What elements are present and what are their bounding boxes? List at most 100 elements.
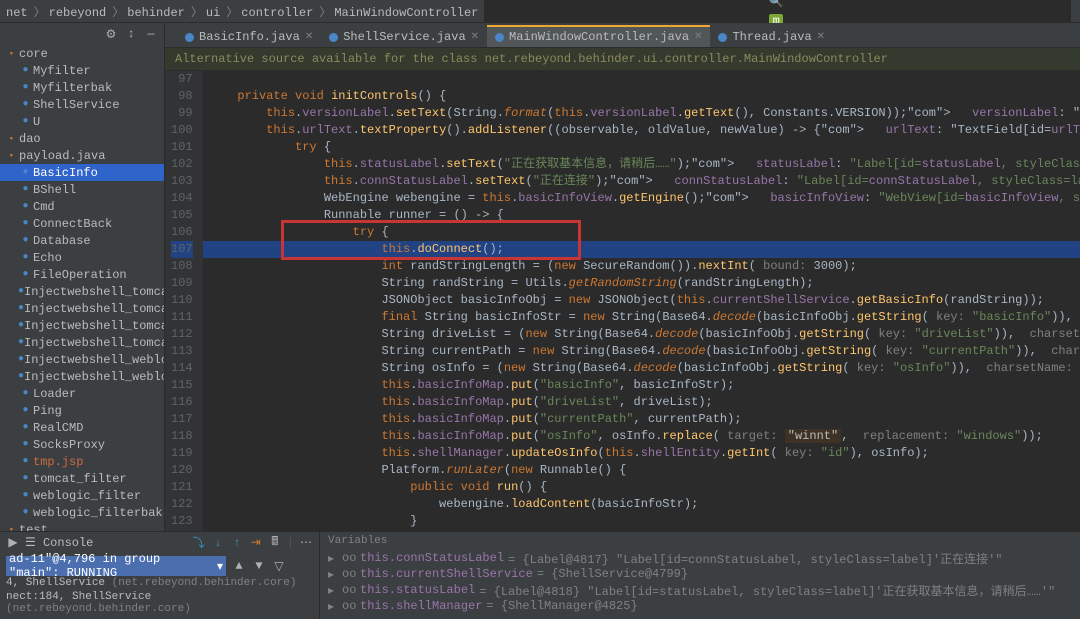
- close-icon[interactable]: ✕: [694, 31, 702, 43]
- code-line[interactable]: this.shellManager.updateOsInfo(this.shel…: [203, 445, 1080, 462]
- gutter-line[interactable]: 103: [171, 173, 193, 190]
- code-line[interactable]: JSONObject basicInfoObj = new JSONObject…: [203, 292, 1080, 309]
- tree-class[interactable]: Injectwebshell_weblogicbak: [0, 368, 164, 385]
- gutter-line[interactable]: 113: [171, 343, 193, 360]
- breadcrumb-item[interactable]: net: [6, 6, 28, 20]
- stack-frame[interactable]: nect:184, ShellService (net.rebeyond.beh…: [6, 590, 313, 616]
- code-line[interactable]: this.basicInfoMap.put("driveList", drive…: [203, 394, 1080, 411]
- gutter-line[interactable]: 102: [171, 156, 193, 173]
- variable-row[interactable]: ▸oo this.currentShellService = {ShellSer…: [320, 566, 1080, 582]
- tree-class[interactable]: Injectwebshell_weblogic: [0, 351, 164, 368]
- breadcrumb-item[interactable]: rebeyond: [49, 6, 107, 20]
- tree-class[interactable]: Injectwebshell_tomcat_skay: [0, 317, 164, 334]
- gutter-line[interactable]: 110: [171, 292, 193, 309]
- gear-icon[interactable]: ⚙: [104, 27, 118, 41]
- chevron-right-icon[interactable]: ▸: [328, 551, 338, 566]
- code-line[interactable]: Runnable runner = () -> {: [203, 207, 1080, 224]
- gutter-line[interactable]: 98: [171, 88, 193, 105]
- gutter-line[interactable]: 117: [171, 411, 193, 428]
- editor-tab[interactable]: BasicInfo.java✕: [177, 25, 321, 47]
- code-line[interactable]: this.urlText.textProperty().addListener(…: [203, 122, 1080, 139]
- tree-class[interactable]: BasicInfo: [0, 164, 164, 181]
- gutter-line[interactable]: 119: [171, 445, 193, 462]
- tree-package[interactable]: payload.java: [0, 147, 164, 164]
- tree-class[interactable]: BShell: [0, 181, 164, 198]
- editor-tab[interactable]: ShellService.java✕: [321, 25, 487, 47]
- chevron-right-icon[interactable]: ▸: [328, 599, 338, 614]
- chevron-right-icon[interactable]: ▸: [328, 583, 338, 598]
- code-line[interactable]: this.doConnect();: [203, 241, 1080, 258]
- breadcrumb-item[interactable]: ui: [206, 6, 220, 20]
- code-line[interactable]: this.statusLabel.setText("正在获取基本信息，请稍后………: [203, 156, 1080, 173]
- gutter-line[interactable]: 104: [171, 190, 193, 207]
- step-out-icon[interactable]: ↑: [230, 536, 244, 550]
- gutter-line[interactable]: 120: [171, 462, 193, 479]
- gutter-line[interactable]: 109: [171, 275, 193, 292]
- debugger-tab-icon[interactable]: ▶: [6, 536, 20, 550]
- gutter-line[interactable]: 112: [171, 326, 193, 343]
- gutter-line[interactable]: 118: [171, 428, 193, 445]
- code-line[interactable]: String osInfo = (new String(Base64.decod…: [203, 360, 1080, 377]
- code-line[interactable]: this.basicInfoMap.put("basicInfo", basic…: [203, 377, 1080, 394]
- variable-row[interactable]: ▸oo this.connStatusLabel = {Label@4817} …: [320, 550, 1080, 566]
- tree-class[interactable]: SocksProxy: [0, 436, 164, 453]
- tree-class[interactable]: Loader: [0, 385, 164, 402]
- filter-icon[interactable]: ▲: [232, 559, 246, 573]
- tree-class[interactable]: ShellService: [0, 96, 164, 113]
- code-line[interactable]: webengine.loadContent(basicInfoStr);: [203, 496, 1080, 513]
- step-over-icon[interactable]: ⤵: [192, 536, 206, 550]
- tree-class[interactable]: Myfilterbak: [0, 79, 164, 96]
- notification-banner[interactable]: Alternative source available for the cla…: [165, 48, 1080, 71]
- tree-class[interactable]: Echo: [0, 249, 164, 266]
- editor-tab[interactable]: Thread.java✕: [710, 25, 833, 47]
- tree-class[interactable]: weblogic_filter: [0, 487, 164, 504]
- chevron-right-icon[interactable]: ▸: [328, 567, 338, 582]
- code-area[interactable]: private void initControls() { this.versi…: [203, 71, 1080, 531]
- variable-row[interactable]: ▸oo this.shellManager = {ShellManager@48…: [320, 598, 1080, 614]
- tree-class[interactable]: Injectwebshell_tomcat_three: [0, 334, 164, 351]
- tree-package[interactable]: core: [0, 45, 164, 62]
- code-line[interactable]: try {: [203, 530, 1080, 531]
- code-line[interactable]: private void initControls() {: [203, 88, 1080, 105]
- gutter-line[interactable]: 100: [171, 122, 193, 139]
- close-icon[interactable]: ✕: [471, 31, 479, 43]
- breadcrumb-item[interactable]: MainWindowController: [334, 6, 478, 20]
- stack-frame[interactable]: 4, ShellService (net.rebeyond.behinder.c…: [6, 576, 313, 590]
- gutter-line[interactable]: 116: [171, 394, 193, 411]
- code-line[interactable]: this.basicInfoMap.put("currentPath", cur…: [203, 411, 1080, 428]
- code-line[interactable]: Platform.runLater(new Runnable() {: [203, 462, 1080, 479]
- tree-class[interactable]: tomcat_filter: [0, 470, 164, 487]
- close-icon[interactable]: ✕: [305, 31, 313, 43]
- tree-package[interactable]: test: [0, 521, 164, 531]
- gutter-line[interactable]: 121: [171, 479, 193, 496]
- filter2-icon[interactable]: ▼: [252, 559, 266, 573]
- tree-class[interactable]: U: [0, 113, 164, 130]
- gutter-line[interactable]: 99: [171, 105, 193, 122]
- tree-class[interactable]: Injectwebshell_tomcat6: [0, 283, 164, 300]
- tree-class[interactable]: FileOperation: [0, 266, 164, 283]
- funnel-icon[interactable]: ▽: [272, 559, 286, 573]
- tree-class[interactable]: ConnectBack: [0, 215, 164, 232]
- close-icon[interactable]: ✕: [817, 31, 825, 43]
- code-line[interactable]: final String basicInfoStr = new String(B…: [203, 309, 1080, 326]
- breadcrumb-item[interactable]: controller: [241, 6, 313, 20]
- tree-class[interactable]: Injectwebshell_tomcat_mbeans: [0, 300, 164, 317]
- tree-class[interactable]: Database: [0, 232, 164, 249]
- hide-icon[interactable]: —: [144, 27, 158, 41]
- code-line[interactable]: this.basicInfoMap.put("osInfo", osInfo.r…: [203, 428, 1080, 445]
- gutter-line[interactable]: 106: [171, 224, 193, 241]
- gutter-line[interactable]: 115: [171, 377, 193, 394]
- code-line[interactable]: WebEngine webengine = this.basicInfoView…: [203, 190, 1080, 207]
- code-line[interactable]: String currentPath = new String(Base64.d…: [203, 343, 1080, 360]
- code-line[interactable]: String randString = Utils.getRandomStrin…: [203, 275, 1080, 292]
- variable-row[interactable]: ▸oo this.statusLabel = {Label@4818} "Lab…: [320, 582, 1080, 598]
- gutter-line[interactable]: 108: [171, 258, 193, 275]
- search-icon[interactable]: 🔍: [769, 0, 783, 8]
- project-tree[interactable]: coreMyfilterMyfilterbakShellServiceUdaop…: [0, 45, 164, 531]
- evaluate-icon[interactable]: 🖩: [268, 536, 282, 550]
- editor-tab[interactable]: MainWindowController.java✕: [487, 25, 710, 47]
- gutter-line[interactable]: 124: [171, 530, 193, 531]
- code-line[interactable]: String driveList = (new String(Base64.de…: [203, 326, 1080, 343]
- breadcrumb-item[interactable]: behinder: [127, 6, 185, 20]
- code-line[interactable]: }: [203, 513, 1080, 530]
